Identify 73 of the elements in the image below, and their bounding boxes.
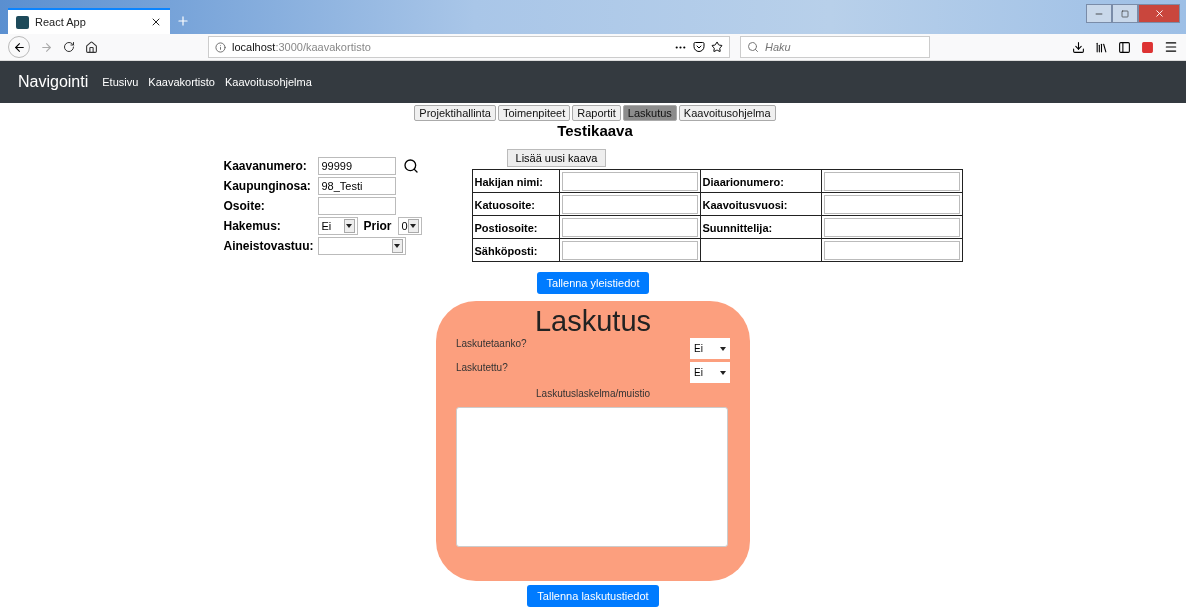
save-button[interactable]: Tallenna yleistiedot bbox=[536, 272, 650, 294]
search-input[interactable]: Haku bbox=[765, 41, 905, 53]
caret-icon bbox=[346, 224, 352, 228]
page-tab[interactable]: Toimenpiteet bbox=[497, 105, 571, 121]
pocket-icon[interactable] bbox=[693, 41, 705, 53]
input-field[interactable]: 98_Testi bbox=[317, 177, 396, 195]
caret-icon bbox=[394, 244, 400, 248]
reload-icon[interactable] bbox=[63, 41, 75, 53]
download-icon[interactable] bbox=[1072, 40, 1085, 54]
library-icon[interactable] bbox=[1095, 40, 1108, 54]
input-field[interactable] bbox=[561, 194, 698, 214]
maximize-icon[interactable] bbox=[1121, 9, 1129, 18]
field-label: Hakemus: bbox=[223, 219, 282, 233]
nav-link[interactable]: Kaavoitusohjelma bbox=[225, 76, 312, 88]
page-tab[interactable]: Raportit bbox=[572, 105, 621, 121]
forward-icon[interactable] bbox=[40, 40, 53, 54]
menu-icon[interactable] bbox=[1164, 40, 1178, 54]
select-field[interactable]: Ei bbox=[690, 338, 730, 359]
field-label: Osoite: bbox=[223, 199, 266, 213]
page-tab[interactable]: Projektihallinta bbox=[414, 105, 496, 121]
field-label: Laskutettu? bbox=[456, 362, 508, 373]
field-label: Laskutetaanko? bbox=[456, 338, 527, 349]
caret-icon bbox=[720, 370, 726, 375]
panel-title: Laskutus bbox=[533, 305, 653, 338]
save-button[interactable]: Tallenna laskutustiedot bbox=[527, 585, 659, 607]
select-field[interactable]: Ei bbox=[317, 217, 358, 235]
field-label: Katuosoite: bbox=[474, 199, 535, 211]
page-tab[interactable]: Kaavoitusohjelma bbox=[678, 105, 776, 121]
input-field[interactable] bbox=[823, 240, 960, 260]
nav-link[interactable]: Kaavakortisto bbox=[148, 76, 215, 88]
field-label: Kaupunginosa: bbox=[223, 179, 312, 193]
memo-field[interactable] bbox=[456, 407, 728, 547]
input-field[interactable] bbox=[561, 171, 698, 191]
extension-icon[interactable] bbox=[1141, 40, 1154, 54]
favicon-icon bbox=[16, 15, 29, 29]
nav-link[interactable]: Etusivu bbox=[102, 76, 139, 88]
select-field[interactable]: 0 bbox=[397, 217, 422, 235]
input-field[interactable]: 99999 bbox=[317, 157, 396, 175]
field-label: Suunnittelija: bbox=[702, 222, 773, 234]
close-icon[interactable] bbox=[150, 16, 162, 28]
input-field[interactable] bbox=[823, 194, 960, 214]
caret-icon bbox=[720, 346, 726, 351]
field-label: Sähköposti: bbox=[474, 245, 538, 257]
field-label: Kaavoitusvuosi: bbox=[702, 199, 788, 211]
home-icon[interactable] bbox=[85, 40, 98, 54]
input-field[interactable] bbox=[823, 217, 960, 237]
search-icon[interactable] bbox=[402, 158, 419, 174]
navbar-brand[interactable]: Navigointi bbox=[18, 73, 89, 91]
field-label: Kaavanumero: bbox=[223, 159, 308, 173]
field-label: Laskutuslaskelma/muistio bbox=[535, 388, 651, 399]
field-label: Postiosoite: bbox=[474, 222, 538, 234]
select-field[interactable]: Ei bbox=[690, 362, 730, 383]
field-label: Diaarionumero: bbox=[702, 176, 784, 188]
input-field[interactable] bbox=[561, 240, 698, 260]
field-label: Hakijan nimi: bbox=[474, 176, 543, 188]
field-label: Aineistovastuu: bbox=[223, 239, 314, 253]
input-field[interactable] bbox=[561, 217, 698, 237]
add-button[interactable]: Lisää uusi kaava bbox=[506, 149, 607, 167]
page-tab[interactable]: Laskutus bbox=[622, 105, 677, 121]
field-label: Prior bbox=[363, 219, 392, 233]
input-field[interactable] bbox=[317, 197, 396, 215]
search-field[interactable]: Haku bbox=[740, 36, 930, 58]
info-icon[interactable] bbox=[215, 41, 226, 53]
address-bar[interactable]: localhost:3000/kaavakortisto bbox=[208, 36, 730, 58]
input-field[interactable] bbox=[823, 171, 960, 191]
caret-icon bbox=[410, 224, 417, 228]
star-icon[interactable] bbox=[711, 41, 723, 53]
page-title: Testikaava bbox=[557, 122, 633, 139]
sidebar-icon[interactable] bbox=[1118, 40, 1131, 54]
search-icon bbox=[747, 41, 759, 53]
back-icon bbox=[12, 40, 26, 54]
browser-tab[interactable]: React App bbox=[8, 8, 170, 34]
select-field[interactable] bbox=[317, 237, 406, 255]
